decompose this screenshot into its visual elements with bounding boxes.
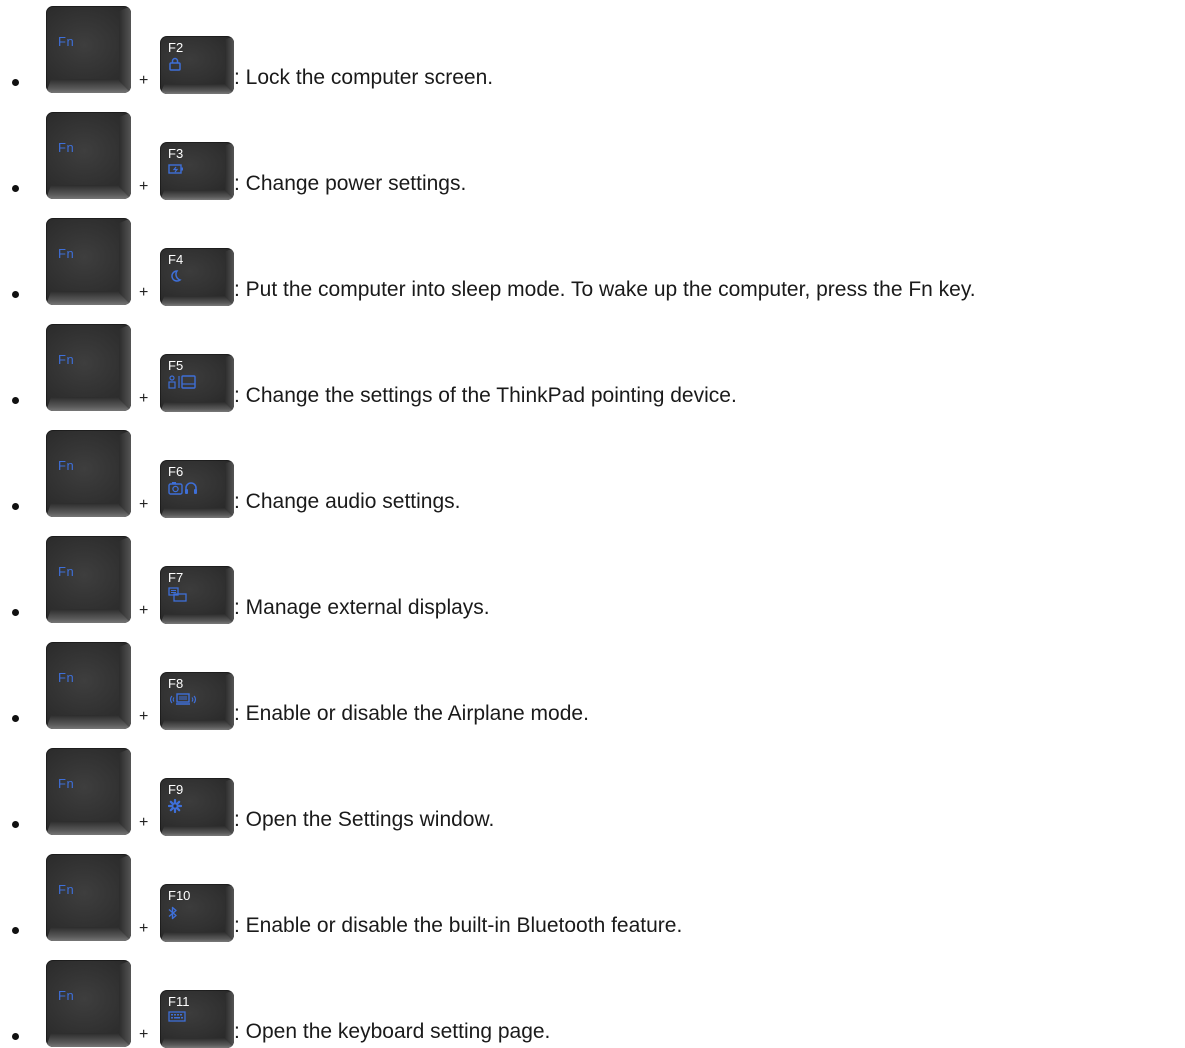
camera-headset-icon: [168, 481, 198, 495]
f3-key: F3: [160, 142, 234, 200]
gear-icon: [168, 799, 182, 813]
hotkey-description: : Lock the computer screen.: [234, 66, 494, 89]
f11-key: F11: [160, 990, 234, 1048]
f-key-label: F7: [168, 570, 184, 585]
hotkey-list: Fn + F2 : Lock the computer screen. Fn +…: [0, 0, 1185, 1048]
bullet: [12, 715, 19, 722]
list-item: Fn + F5 : Change the settings of the Thi…: [0, 318, 1185, 424]
f-key-label: F10: [168, 888, 191, 903]
f5-key: F5: [160, 354, 234, 412]
f-key-label: F4: [168, 252, 184, 267]
f-key-label: F6: [168, 464, 184, 479]
fn-key-label: Fn: [58, 246, 75, 261]
fn-key-label: Fn: [58, 352, 75, 367]
hotkey-description: : Open the keyboard setting page.: [234, 1020, 551, 1043]
list-item: Fn + F6 : Change audio settings.: [0, 424, 1185, 530]
fn-key: Fn: [46, 324, 131, 411]
plus-sign: +: [139, 178, 149, 195]
f9-key: F9: [160, 778, 234, 836]
bullet: [12, 503, 19, 510]
airplane-mode-icon: [168, 693, 198, 706]
list-item: Fn + F4 : Put the computer into sleep mo…: [0, 212, 1185, 318]
f2-key: F2: [160, 36, 234, 94]
f-key-label: F9: [168, 782, 184, 797]
fn-key-label: Fn: [58, 988, 75, 1003]
bullet: [12, 79, 19, 86]
plus-sign: +: [139, 1026, 149, 1043]
f6-key: F6: [160, 460, 234, 518]
list-item: Fn + F3 : Change power settings.: [0, 106, 1185, 212]
plus-sign: +: [139, 390, 149, 407]
power-settings-icon: [168, 163, 186, 175]
external-display-icon: [168, 587, 188, 602]
fn-key-label: Fn: [58, 776, 75, 791]
fn-key: Fn: [46, 642, 131, 729]
bullet: [12, 927, 19, 934]
hotkey-description: : Put the computer into sleep mode. To w…: [234, 278, 976, 301]
list-item: Fn + F8 : Enable or disable the Airplane…: [0, 636, 1185, 742]
fn-key-label: Fn: [58, 140, 75, 155]
fn-key: Fn: [46, 536, 131, 623]
keyboard-icon: [168, 1011, 186, 1022]
fn-key: Fn: [46, 854, 131, 941]
fn-key-label: Fn: [58, 882, 75, 897]
fn-key-label: Fn: [58, 564, 75, 579]
bullet: [12, 291, 19, 298]
fn-key: Fn: [46, 112, 131, 199]
plus-sign: +: [139, 72, 149, 89]
bullet: [12, 609, 19, 616]
f8-key: F8: [160, 672, 234, 730]
bullet: [12, 1033, 19, 1040]
plus-sign: +: [139, 920, 149, 937]
fn-key-label: Fn: [58, 458, 75, 473]
f4-key: F4: [160, 248, 234, 306]
fn-key: Fn: [46, 748, 131, 835]
list-item: Fn + F11 : Open the keyboard setting pag…: [0, 954, 1185, 1048]
f-key-label: F5: [168, 358, 184, 373]
f-key-label: F2: [168, 40, 184, 55]
list-item: Fn + F10 : Enable or disable the built-i…: [0, 848, 1185, 954]
list-item: Fn + F7 : Manage external displays.: [0, 530, 1185, 636]
bullet: [12, 397, 19, 404]
hotkey-description: : Open the Settings window.: [234, 808, 495, 831]
hotkey-description: : Change audio settings.: [234, 490, 461, 513]
hotkey-description: : Change the settings of the ThinkPad po…: [234, 384, 737, 407]
bullet: [12, 185, 19, 192]
fn-key: Fn: [46, 6, 131, 93]
plus-sign: +: [139, 602, 149, 619]
plus-sign: +: [139, 708, 149, 725]
fn-key: Fn: [46, 960, 131, 1047]
f10-key: F10: [160, 884, 234, 942]
fn-key-label: Fn: [58, 34, 75, 49]
plus-sign: +: [139, 284, 149, 301]
pointing-device-icon: [168, 375, 198, 389]
hotkey-description: : Enable or disable the built-in Bluetoo…: [234, 914, 683, 937]
sleep-moon-icon: [168, 269, 182, 283]
f-key-label: F3: [168, 146, 184, 161]
f-key-label: F11: [168, 994, 190, 1009]
fn-key: Fn: [46, 218, 131, 305]
lock-icon: [168, 57, 182, 71]
f-key-label: F8: [168, 676, 184, 691]
bullet: [12, 821, 19, 828]
fn-key-label: Fn: [58, 670, 75, 685]
plus-sign: +: [139, 814, 149, 831]
hotkey-description: : Change power settings.: [234, 172, 467, 195]
hotkey-description: : Enable or disable the Airplane mode.: [234, 702, 589, 725]
list-item: Fn + F9 : Open the Settings window.: [0, 742, 1185, 848]
bluetooth-icon: [168, 905, 178, 921]
list-item: Fn + F2 : Lock the computer screen.: [0, 0, 1185, 106]
fn-key: Fn: [46, 430, 131, 517]
f7-key: F7: [160, 566, 234, 624]
hotkey-description: : Manage external displays.: [234, 596, 490, 619]
plus-sign: +: [139, 496, 149, 513]
